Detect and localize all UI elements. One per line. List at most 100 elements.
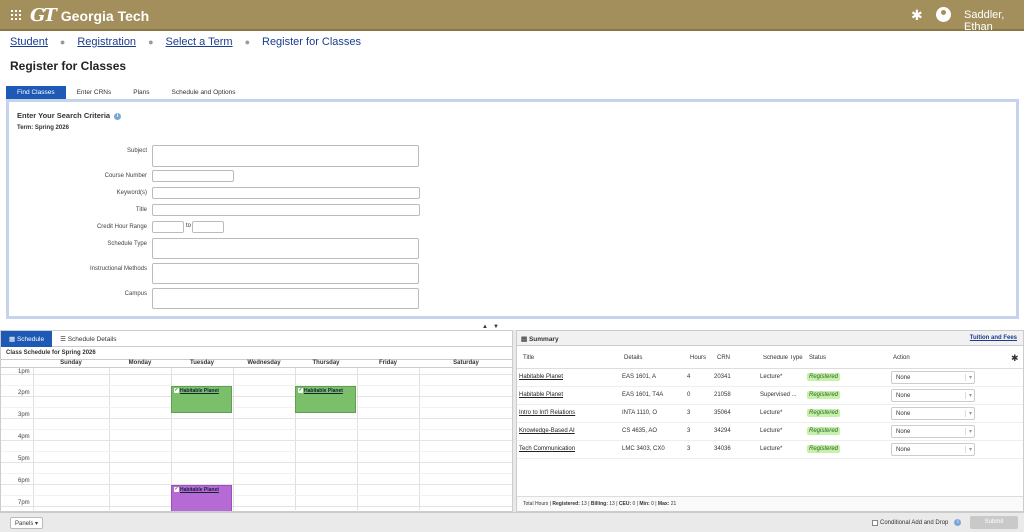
calendar-event[interactable]: ✓Habitable Planet [295, 386, 356, 413]
summary-table-header: Title Details Hours CRN Schedule Type St… [517, 351, 1023, 369]
time-3pm: 3pm [18, 412, 30, 418]
status-badge: Registered [807, 445, 841, 453]
action-select[interactable]: None [891, 443, 975, 456]
ceu-label: CEU: [618, 501, 632, 507]
check-icon: ✓ [174, 387, 179, 394]
event-label: Habitable Planet [180, 487, 219, 493]
half-hour-line [1, 451, 512, 452]
info-icon[interactable]: i [954, 519, 962, 526]
course-crn: 34036 [714, 446, 731, 452]
col-details[interactable]: Details [624, 355, 642, 361]
conditional-add-drop-checkbox[interactable] [872, 519, 878, 526]
apps-grid-icon[interactable] [11, 10, 21, 20]
instructional-methods-field[interactable] [152, 263, 419, 284]
tab-schedule-label: Schedule [16, 336, 45, 343]
course-title-link[interactable]: Habitable Planet [519, 374, 563, 380]
campus-field[interactable] [152, 288, 419, 309]
user-name[interactable]: Saddler, Ethan [964, 9, 1024, 33]
panels-button[interactable]: Panels ▾ [10, 517, 44, 529]
course-details: CS 4635, AO [622, 428, 658, 434]
col-title[interactable]: Title [523, 355, 534, 361]
day-saturday: Saturday [453, 360, 479, 366]
schedule-panel: ▦ Schedule ☰ Schedule Details Class Sche… [0, 330, 513, 512]
credit-hours-to[interactable] [192, 221, 224, 233]
schedule-tabs: ▦ Schedule ☰ Schedule Details [1, 331, 512, 347]
event-label: Habitable Planet [304, 388, 343, 394]
tab-schedule[interactable]: ▦ Schedule [1, 331, 53, 347]
schedule-type-field[interactable] [152, 238, 419, 259]
breadcrumb-registration[interactable]: Registration [77, 36, 136, 48]
logo-mark: GT [30, 5, 57, 26]
table-row: Habitable Planet EAS 1601, T4A 0 21058 S… [517, 387, 1023, 405]
col-crn[interactable]: CRN [717, 355, 730, 361]
course-title-link[interactable]: Intro to Int'l Relations [519, 410, 575, 416]
half-hour-line [1, 407, 512, 408]
table-row: Tech Communication LMC 3403, CX0 3 34036… [517, 441, 1023, 459]
hour-line [1, 484, 512, 485]
action-select[interactable]: None [891, 425, 975, 438]
col-schedule-type[interactable]: Schedule Type [763, 355, 806, 361]
course-hours: 3 [687, 428, 691, 434]
calendar-event[interactable]: ✓Habitable Planet [171, 386, 232, 413]
course-title-link[interactable]: Knowledge-Based AI [519, 428, 575, 434]
course-title-link[interactable]: Habitable Planet [519, 392, 563, 398]
course-hours: 4 [687, 374, 691, 380]
search-tabs: Find Classes Enter CRNs Plans Schedule a… [6, 86, 247, 99]
day-thursday: Thursday [312, 360, 340, 366]
course-hours: 0 [687, 392, 691, 398]
keywords-input[interactable] [152, 187, 420, 199]
conditional-add-drop: Conditional Add and Drop i [872, 519, 962, 526]
day-friday: Friday [378, 360, 397, 366]
gear-icon[interactable]: ✱ [911, 7, 923, 24]
table-row: Habitable Planet EAS 1601, A 4 20341 Lec… [517, 369, 1023, 387]
tab-enter-crns[interactable]: Enter CRNs [66, 86, 123, 99]
subject-field[interactable] [152, 145, 419, 167]
summary-icon: ▤ [521, 336, 529, 343]
max-hours: 21 [670, 501, 677, 507]
settings-gear-icon[interactable]: ✱ [1011, 353, 1019, 364]
breadcrumb-separator: ● [244, 37, 250, 47]
hour-line [1, 506, 512, 507]
tab-plans[interactable]: Plans [122, 86, 160, 99]
tab-find-classes[interactable]: Find Classes [6, 86, 66, 99]
col-action[interactable]: Action [893, 355, 910, 361]
logo-text: Georgia Tech [60, 7, 150, 24]
course-type: Lecture* [760, 410, 783, 416]
action-select[interactable]: None [891, 389, 975, 402]
col-hours[interactable]: Hours [690, 355, 706, 361]
course-title-link[interactable]: Tech Communication [519, 446, 575, 452]
table-row: Knowledge-Based AI CS 4635, AO 3 34294 L… [517, 423, 1023, 441]
tuition-fees-link[interactable]: Tuition and Fees [970, 335, 1017, 341]
course-crn: 34294 [714, 428, 731, 434]
breadcrumb-current: Register for Classes [262, 36, 362, 48]
course-crn: 21058 [714, 392, 731, 398]
search-panel: Enter Your Search Criteria i Term: Spring… [6, 99, 1019, 319]
ceu-hours: 0 [632, 501, 636, 507]
billing-label: Billing: [590, 501, 608, 507]
submit-button[interactable]: Submit [970, 516, 1018, 529]
status-badge: Registered [807, 391, 841, 399]
logo[interactable]: GT Georgia Tech [30, 5, 149, 26]
tab-schedule-details[interactable]: ☰ Schedule Details [52, 331, 124, 347]
action-select[interactable]: None [891, 371, 975, 384]
col-status[interactable]: Status [809, 355, 826, 361]
course-number-input[interactable] [152, 170, 234, 182]
info-icon[interactable]: i [114, 112, 122, 120]
breadcrumb-student[interactable]: Student [10, 36, 48, 48]
page-title: Register for Classes [10, 59, 127, 73]
half-hour-line [1, 429, 512, 430]
action-select[interactable]: None [891, 407, 975, 420]
credit-hours-from[interactable] [152, 221, 184, 233]
min-label: Min: [639, 501, 650, 507]
title-input[interactable] [152, 204, 420, 216]
course-type: Lecture* [760, 446, 783, 452]
tab-schedule-options[interactable]: Schedule and Options [161, 86, 247, 99]
term-label: Term: Spring 2026 [17, 125, 69, 131]
time-7pm: 7pm [18, 500, 30, 506]
top-bar: GT Georgia Tech ✱ Saddler, Ethan [0, 0, 1024, 33]
avatar[interactable] [936, 7, 951, 22]
course-details: EAS 1601, A [622, 374, 657, 380]
breadcrumb-select-term[interactable]: Select a Term [166, 36, 233, 48]
calendar-event[interactable]: ✓Habitable Planet [171, 485, 232, 511]
day-wednesday: Wednesday [247, 360, 281, 366]
